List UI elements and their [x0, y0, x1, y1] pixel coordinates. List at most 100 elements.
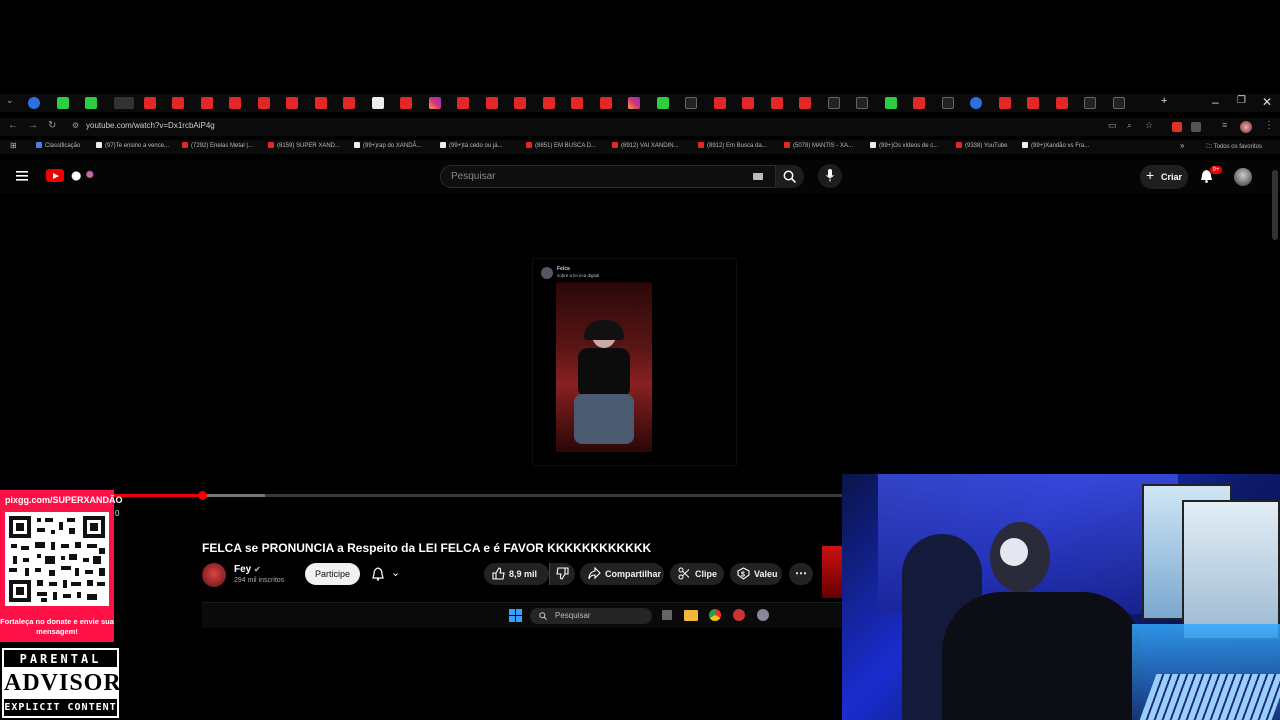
- browser-tab[interactable]: [343, 97, 355, 109]
- reading-list-icon[interactable]: ≡: [1222, 120, 1227, 130]
- bookmark-item[interactable]: (99+)Os vídeos de c...: [870, 142, 938, 149]
- bookmark-item[interactable]: (8851) EM BUSCA D...: [526, 142, 596, 149]
- keyboard-icon[interactable]: [753, 173, 763, 180]
- browser-tab[interactable]: [229, 97, 241, 109]
- browser-tab[interactable]: [1027, 97, 1039, 109]
- browser-tab[interactable]: [884, 97, 897, 109]
- bookmark-item[interactable]: (9338) YouTube: [956, 142, 1007, 149]
- chrome-menu-icon[interactable]: ⋮: [1264, 120, 1274, 131]
- create-button[interactable]: + Criar: [1140, 165, 1188, 189]
- bookmark-item[interactable]: (97)Te ensino a vence...: [96, 142, 169, 149]
- install-app-icon[interactable]: ▭: [1108, 120, 1117, 131]
- like-button[interactable]: 8,9 mil: [484, 563, 549, 585]
- browser-tab[interactable]: [28, 97, 40, 109]
- browser-tab[interactable]: [542, 97, 555, 109]
- thanks-button[interactable]: $ Valeu: [730, 563, 782, 585]
- youtube-logo[interactable]: [46, 169, 64, 182]
- all-bookmarks-folder[interactable]: 🗀 Todos os favoritos: [1206, 142, 1262, 152]
- subscription-bell-button[interactable]: ⌄: [366, 563, 406, 585]
- voice-search-button[interactable]: [818, 164, 842, 188]
- extension-icon[interactable]: [1172, 122, 1182, 132]
- bookmark-item[interactable]: (7292) Enelas Metal |...: [182, 142, 253, 149]
- browser-tab[interactable]: [856, 97, 868, 109]
- browser-tab[interactable]: [770, 97, 783, 109]
- bookmark-item[interactable]: (5078) MANTIS - XA...: [784, 142, 853, 149]
- doodle-logo[interactable]: [66, 168, 100, 184]
- browser-tab[interactable]: [998, 97, 1011, 109]
- channel-avatar[interactable]: [202, 563, 226, 587]
- bookmark-item[interactable]: (8912) VAI XANDIN...: [612, 142, 679, 149]
- browser-tab[interactable]: [400, 97, 412, 109]
- tab-search-chevron-icon[interactable]: ⌄: [6, 95, 14, 106]
- bookmark-item[interactable]: (99+)rap do XANDÃ...: [354, 142, 422, 149]
- browser-tab[interactable]: [314, 97, 327, 109]
- browser-tab[interactable]: [428, 97, 441, 109]
- browser-tab[interactable]: [286, 97, 298, 109]
- browser-tab[interactable]: [200, 97, 213, 109]
- browser-tab[interactable]: [571, 97, 583, 109]
- browser-tab[interactable]: [941, 97, 954, 109]
- bookmark-item[interactable]: (8912) Em Busca da...: [698, 142, 767, 149]
- browser-tab[interactable]: [713, 97, 726, 109]
- browser-tab[interactable]: [913, 97, 925, 109]
- browser-tab[interactable]: [742, 97, 754, 109]
- browser-tab[interactable]: [970, 97, 982, 109]
- maximize-icon[interactable]: ❐: [1237, 95, 1246, 106]
- browser-tab[interactable]: [685, 97, 697, 109]
- browser-tab[interactable]: [1055, 97, 1068, 109]
- url-field[interactable]: youtube.com/watch?v=Dx1rcbAiP4g: [86, 121, 215, 130]
- bookmark-item[interactable]: (99+)Xandão vs Fra...: [1022, 142, 1089, 149]
- search-input[interactable]: Pesquisar: [440, 165, 776, 188]
- bookmark-star-icon[interactable]: ☆: [1145, 120, 1153, 131]
- dislike-button[interactable]: [549, 563, 575, 585]
- forward-icon[interactable]: →: [28, 120, 38, 131]
- minimize-icon[interactable]: –: [1212, 95, 1219, 109]
- browser-tab[interactable]: [257, 97, 270, 109]
- browser-tab[interactable]: [172, 97, 184, 109]
- account-avatar[interactable]: [1234, 168, 1252, 186]
- browser-tab[interactable]: [85, 97, 97, 109]
- extension-icon[interactable]: [1191, 122, 1201, 132]
- browser-tab[interactable]: [457, 97, 469, 109]
- recommended-video-thumbnail[interactable]: [822, 546, 842, 598]
- close-window-icon[interactable]: ✕: [1262, 95, 1272, 109]
- apps-grid-icon[interactable]: ⊞: [10, 141, 17, 150]
- browser-tab[interactable]: [1084, 97, 1096, 109]
- page-scrollbar[interactable]: [1272, 170, 1278, 240]
- channel-name[interactable]: Fey ✔: [234, 564, 261, 575]
- app-icon[interactable]: [733, 609, 745, 621]
- bookmark-item[interactable]: (99+)tá cedo ou já...: [440, 142, 503, 149]
- profile-avatar[interactable]: [1240, 121, 1252, 133]
- more-actions-button[interactable]: ⋯: [789, 563, 813, 585]
- browser-tab[interactable]: [56, 97, 69, 109]
- chrome-icon[interactable]: [709, 609, 721, 621]
- bookmark-item[interactable]: Classificação: [36, 142, 80, 149]
- browser-tab[interactable]: [485, 97, 498, 109]
- browser-tab[interactable]: [827, 97, 840, 109]
- browser-tab[interactable]: [514, 97, 526, 109]
- windows-start-icon[interactable]: [509, 609, 522, 622]
- zoom-icon[interactable]: ⌕: [1127, 120, 1132, 131]
- browser-tab[interactable]: [628, 97, 640, 109]
- search-button[interactable]: [776, 165, 804, 188]
- browser-tab[interactable]: [113, 97, 134, 109]
- join-button[interactable]: Participe: [305, 563, 360, 585]
- more-bookmarks-chevron-icon[interactable]: »: [1180, 141, 1184, 150]
- bookmark-item[interactable]: (8159) SUPER XAND...: [268, 142, 340, 149]
- browser-tab[interactable]: [599, 97, 612, 109]
- browser-tab[interactable]: [143, 97, 156, 109]
- browser-tab[interactable]: [656, 97, 669, 109]
- taskbar-search-input[interactable]: Pesquisar: [530, 608, 652, 624]
- new-tab-plus-icon[interactable]: +: [1161, 95, 1167, 107]
- reload-icon[interactable]: ↻: [48, 120, 56, 131]
- file-explorer-icon[interactable]: [684, 610, 698, 621]
- task-view-icon[interactable]: [662, 610, 672, 620]
- settings-gear-icon[interactable]: [757, 609, 769, 621]
- browser-tab[interactable]: [1112, 97, 1125, 109]
- back-icon[interactable]: ←: [8, 120, 18, 131]
- share-button[interactable]: Compartilhar: [580, 563, 664, 585]
- clip-button[interactable]: Clipe: [670, 563, 724, 585]
- browser-tab[interactable]: [371, 97, 384, 109]
- progress-scrubber-handle[interactable]: [197, 491, 207, 500]
- browser-tab[interactable]: [799, 97, 811, 109]
